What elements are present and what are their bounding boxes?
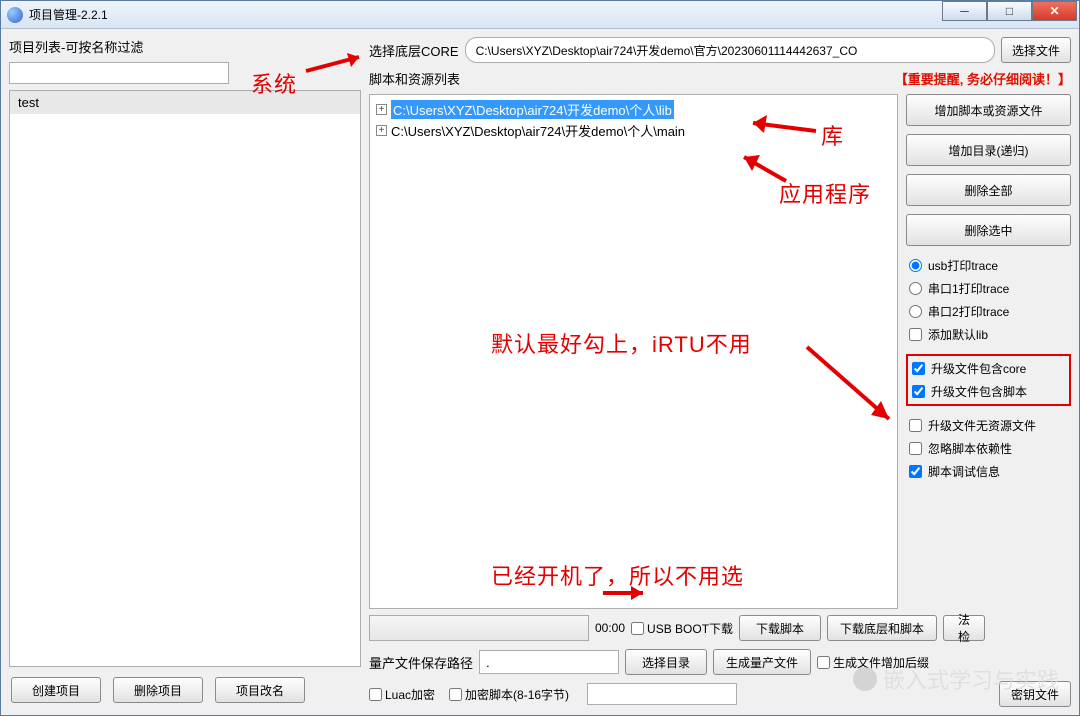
rename-project-button[interactable]: 项目改名 (215, 677, 305, 703)
project-filter-label: 项目列表-可按名称过滤 (9, 37, 361, 56)
no-resource-checkbox[interactable]: 升级文件无资源文件 (909, 417, 1068, 434)
minimize-button[interactable]: ─ (942, 1, 987, 21)
tree-item[interactable]: + C:\Users\XYZ\Desktop\air724\开发demo\个人\… (374, 99, 893, 120)
expand-icon[interactable]: + (376, 104, 387, 115)
delete-all-button[interactable]: 删除全部 (906, 174, 1071, 206)
debug-info-checkbox[interactable]: 脚本调试信息 (909, 463, 1068, 480)
project-item[interactable]: test (10, 91, 360, 114)
core-label: 选择底层CORE (369, 41, 459, 60)
titlebar: 项目管理-2.2.1 ─ □ ✕ (1, 1, 1079, 29)
maximize-button[interactable]: □ (987, 1, 1032, 21)
usb-boot-checkbox[interactable]: USB BOOT下载 (631, 620, 733, 637)
important-notice-link[interactable]: 【重要提醒, 务必仔细阅读！】 (895, 69, 1071, 88)
progress-bar (369, 615, 589, 641)
select-dir-button[interactable]: 选择目录 (625, 649, 707, 675)
project-list[interactable]: test (9, 90, 361, 667)
check-button[interactable]: 法检 (943, 615, 985, 641)
ignore-dep-checkbox[interactable]: 忽略脚本依赖性 (909, 440, 1068, 457)
mass-path-label: 量产文件保存路径 (369, 653, 473, 672)
encrypt-key-input[interactable] (587, 683, 737, 705)
upgrade-options-box: 升级文件包含core 升级文件包含脚本 (906, 354, 1071, 406)
add-default-lib-checkbox[interactable]: 添加默认lib (909, 326, 1068, 343)
elapsed-time: 00:00 (595, 621, 625, 635)
create-project-button[interactable]: 创建项目 (11, 677, 101, 703)
project-filter-input[interactable] (9, 62, 229, 84)
wechat-icon (853, 667, 877, 691)
download-script-button[interactable]: 下载脚本 (739, 615, 821, 641)
trace-usb-radio[interactable]: usb打印trace (909, 257, 1068, 274)
select-core-button[interactable]: 选择文件 (1001, 37, 1071, 63)
watermark: 嵌入式学习与实践 (853, 663, 1059, 695)
download-core-script-button[interactable]: 下载底层和脚本 (827, 615, 937, 641)
encrypt-script-checkbox[interactable]: 加密脚本(8-16字节) (449, 686, 569, 703)
include-script-checkbox[interactable]: 升级文件包含脚本 (912, 383, 1065, 400)
script-tree[interactable]: + C:\Users\XYZ\Desktop\air724\开发demo\个人\… (369, 94, 898, 609)
delete-project-button[interactable]: 删除项目 (113, 677, 203, 703)
trace-com1-radio[interactable]: 串口1打印trace (909, 280, 1068, 297)
add-dir-button[interactable]: 增加目录(递归) (906, 134, 1071, 166)
window-title: 项目管理-2.2.1 (29, 6, 108, 23)
core-path-input[interactable] (465, 37, 995, 63)
trace-com2-radio[interactable]: 串口2打印trace (909, 303, 1068, 320)
app-icon (7, 7, 23, 23)
tree-item[interactable]: + C:\Users\XYZ\Desktop\air724\开发demo\个人\… (374, 120, 893, 141)
gen-mass-button[interactable]: 生成量产文件 (713, 649, 811, 675)
mass-path-input[interactable] (479, 650, 619, 674)
script-list-label: 脚本和资源列表 (369, 69, 460, 88)
include-core-checkbox[interactable]: 升级文件包含core (912, 360, 1065, 377)
luac-encrypt-checkbox[interactable]: Luac加密 (369, 686, 435, 703)
close-button[interactable]: ✕ (1032, 1, 1077, 21)
delete-selected-button[interactable]: 删除选中 (906, 214, 1071, 246)
expand-icon[interactable]: + (376, 125, 387, 136)
add-file-button[interactable]: 增加脚本或资源文件 (906, 94, 1071, 126)
